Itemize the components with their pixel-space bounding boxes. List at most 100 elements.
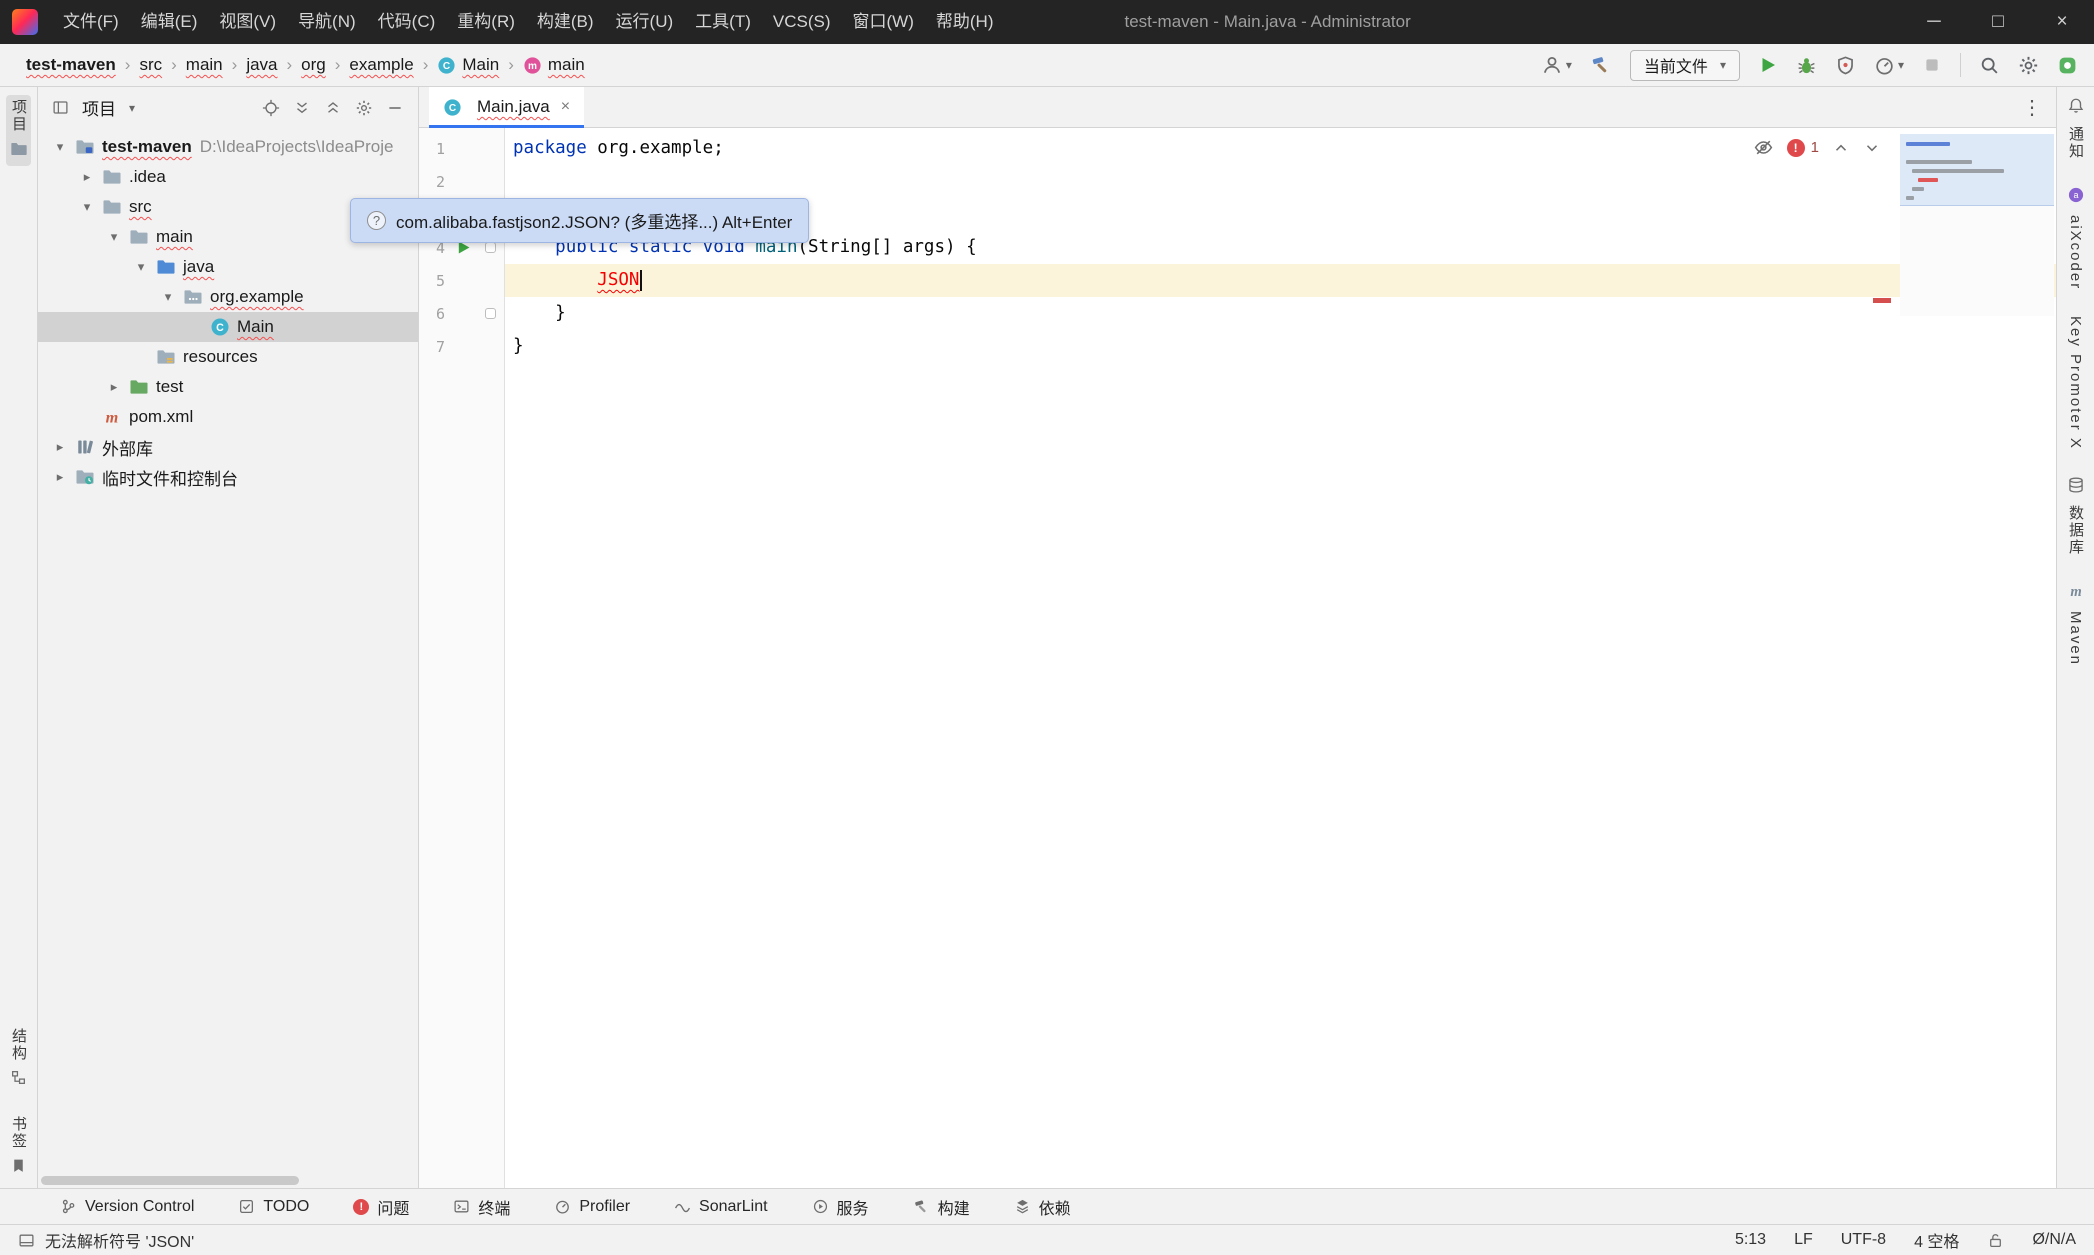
breadcrumb-item[interactable]: main	[186, 55, 223, 75]
run-icon[interactable]	[1758, 55, 1778, 75]
close-tab-icon[interactable]: ×	[561, 98, 570, 116]
tree-item[interactable]: ▸test	[38, 372, 418, 402]
line-separator[interactable]: LF	[1794, 1231, 1813, 1249]
menu-build[interactable]: 构建(B)	[526, 0, 605, 44]
tool-button-key-promoter[interactable]: Key Promoter X	[2067, 316, 2084, 450]
previous-error-icon[interactable]	[1832, 139, 1850, 157]
close-button[interactable]: ×	[2030, 0, 2094, 44]
tool-button-structure[interactable]: 结构	[8, 1028, 29, 1090]
tool-button-problems[interactable]: !问题	[353, 1195, 409, 1219]
caret-position[interactable]: 5:13	[1735, 1231, 1766, 1249]
fold-marker-icon[interactable]	[481, 242, 499, 253]
tree-chevron-icon[interactable]: ▸	[48, 469, 72, 485]
user-account-icon[interactable]: ▾	[1541, 54, 1572, 76]
tree-chevron-icon[interactable]: ▾	[102, 229, 126, 245]
breadcrumb-item[interactable]: org	[301, 55, 326, 75]
tree-item[interactable]: resources	[38, 342, 418, 372]
profiler-gauge-icon[interactable]: ▾	[1874, 55, 1904, 76]
status-extra[interactable]: Ø/N/A	[2032, 1231, 2076, 1249]
menu-navigate[interactable]: 导航(N)	[287, 0, 367, 44]
tool-button-sonarlint[interactable]: SonarLint	[674, 1198, 768, 1216]
tree-chevron-icon[interactable]: ▾	[48, 139, 72, 155]
menu-edit[interactable]: 编辑(E)	[130, 0, 209, 44]
error-stripe-mark[interactable]	[1873, 298, 1891, 303]
file-encoding[interactable]: UTF-8	[1841, 1231, 1886, 1249]
tree-item[interactable]: ▾java	[38, 252, 418, 282]
menu-help[interactable]: 帮助(H)	[925, 0, 1005, 44]
tool-button-terminal[interactable]: 终端	[453, 1195, 510, 1219]
search-everywhere-icon[interactable]	[1979, 55, 2000, 76]
tool-button-todo[interactable]: TODO	[238, 1198, 309, 1216]
tree-item[interactable]: CMain	[38, 312, 418, 342]
tool-button-maven[interactable]: m Maven	[2067, 582, 2085, 666]
editor-tab-main-java[interactable]: C Main.java ×	[429, 87, 584, 128]
menu-refactor[interactable]: 重构(R)	[446, 0, 526, 44]
build-hammer-icon[interactable]	[1590, 54, 1612, 76]
tree-item[interactable]: ▸临时文件和控制台	[38, 462, 418, 492]
chevron-down-icon[interactable]: ▾	[129, 101, 135, 115]
hide-panel-icon[interactable]	[386, 99, 404, 117]
menu-run[interactable]: 运行(U)	[605, 0, 685, 44]
import-suggestion-tooltip[interactable]: ? com.alibaba.fastjson2.JSON? (多重选择...) …	[350, 198, 809, 243]
tool-button-profiler[interactable]: Profiler	[554, 1198, 630, 1216]
error-badge-icon[interactable]: !	[1787, 139, 1805, 157]
tree-chevron-icon[interactable]: ▾	[75, 199, 99, 215]
tool-button-notifications[interactable]: 通知	[2065, 97, 2086, 160]
tool-button-database[interactable]: 数据库	[2065, 476, 2086, 556]
unlock-icon[interactable]	[1987, 1232, 2004, 1249]
editor-code[interactable]: package org.example; public static void …	[505, 128, 2056, 1188]
breadcrumb-item[interactable]: main	[548, 55, 585, 75]
highlighting-off-eye-icon[interactable]	[1753, 137, 1774, 158]
settings-gear-icon[interactable]	[2018, 55, 2039, 76]
code-line[interactable]: JSON	[505, 264, 2056, 297]
menu-file[interactable]: 文件(F)	[52, 0, 130, 44]
next-error-icon[interactable]	[1863, 139, 1881, 157]
tool-button-build[interactable]: 构建	[913, 1195, 970, 1219]
tool-button-dependencies[interactable]: 依赖	[1014, 1195, 1071, 1219]
tree-chevron-icon[interactable]: ▾	[129, 259, 153, 275]
breadcrumb-item[interactable]: example	[349, 55, 413, 75]
tool-button-bookmarks[interactable]: 书签	[8, 1116, 29, 1178]
code-line[interactable]: }	[505, 297, 2056, 330]
maximize-button[interactable]: □	[1966, 0, 2030, 44]
tree-chevron-icon[interactable]: ▸	[48, 439, 72, 455]
layout-panels-icon[interactable]	[18, 1232, 35, 1249]
editor-options-icon[interactable]: ⋮	[2022, 95, 2042, 120]
tree-chevron-icon[interactable]: ▾	[156, 289, 180, 305]
horizontal-scrollbar[interactable]	[41, 1176, 299, 1185]
code-line[interactable]: }	[505, 330, 2056, 363]
tool-button-services[interactable]: 服务	[812, 1195, 869, 1219]
expand-all-icon[interactable]	[293, 99, 311, 117]
tree-item[interactable]: ▸外部库	[38, 432, 418, 462]
minimap[interactable]	[1900, 134, 2054, 316]
collapse-all-icon[interactable]	[324, 99, 342, 117]
coverage-shield-icon[interactable]	[1835, 55, 1856, 76]
plugin-icon[interactable]	[2057, 55, 2078, 76]
tree-chevron-icon[interactable]: ▸	[75, 169, 99, 185]
menu-code[interactable]: 代码(C)	[367, 0, 447, 44]
tool-button-project[interactable]: 项目	[6, 95, 31, 166]
breadcrumb-item[interactable]: test-maven	[26, 55, 116, 75]
menu-tools[interactable]: 工具(T)	[684, 0, 762, 44]
tree-item[interactable]: ▾org.example	[38, 282, 418, 312]
tree-item[interactable]: mpom.xml	[38, 402, 418, 432]
code-line[interactable]	[505, 165, 2056, 198]
menu-vcs[interactable]: VCS(S)	[762, 0, 842, 44]
run-configuration-select[interactable]: 当前文件▾	[1630, 50, 1740, 81]
locate-file-icon[interactable]	[262, 99, 280, 117]
minimize-button[interactable]: ─	[1902, 0, 1966, 44]
tree-item[interactable]: ▾test-mavenD:\IdeaProjects\IdeaProje	[38, 132, 418, 162]
fold-marker-icon[interactable]	[481, 308, 499, 319]
tree-chevron-icon[interactable]: ▸	[102, 379, 126, 395]
debug-bug-icon[interactable]	[1796, 55, 1817, 76]
breadcrumb-item[interactable]: Main	[462, 55, 499, 75]
tree-item[interactable]: ▸.idea	[38, 162, 418, 192]
breadcrumb-item[interactable]: src	[139, 55, 162, 75]
menu-view[interactable]: 视图(V)	[208, 0, 287, 44]
breadcrumb-item[interactable]: java	[246, 55, 277, 75]
indent-style[interactable]: 4 空格	[1914, 1228, 1959, 1252]
tool-button-version-control[interactable]: Version Control	[60, 1198, 194, 1216]
tool-button-aixcoder[interactable]: a aiXcoder	[2067, 186, 2085, 290]
menu-window[interactable]: 窗口(W)	[842, 0, 925, 44]
panel-settings-icon[interactable]	[355, 99, 373, 117]
